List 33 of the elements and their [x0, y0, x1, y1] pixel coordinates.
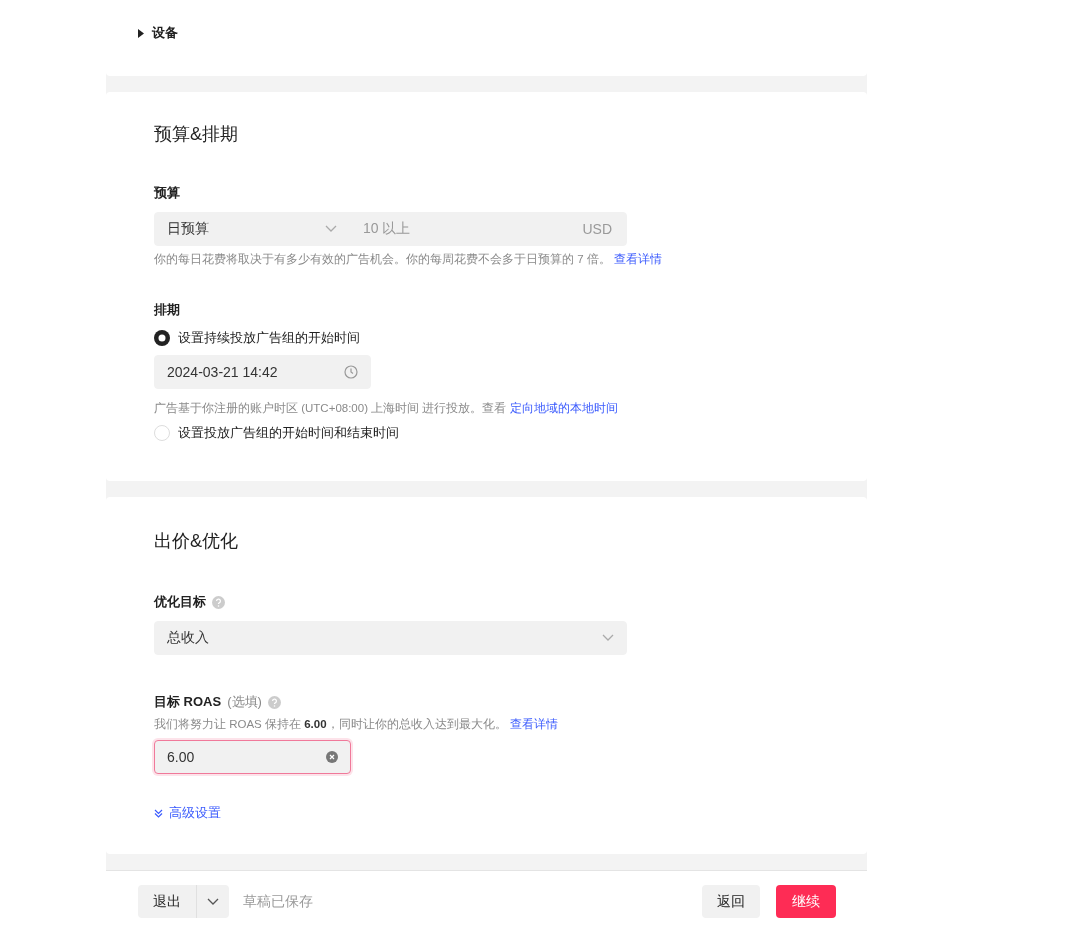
section-title: 预算&排期: [154, 123, 239, 146]
radio-button[interactable]: [154, 330, 170, 346]
double-chevron-icon: [154, 808, 163, 818]
save-status: 草稿已保存: [243, 892, 314, 911]
advanced-settings-toggle[interactable]: 高级设置: [154, 804, 221, 822]
continue-button[interactable]: 继续: [776, 885, 836, 918]
section-title: 出价&优化: [154, 530, 239, 553]
field-label: 排期: [154, 301, 181, 319]
help-icon: [212, 595, 225, 609]
optimization-goal-select[interactable]: 总收入: [154, 621, 627, 655]
radio-label: 设置持续投放广告组的开始时间: [178, 329, 360, 347]
caret-icon: [138, 28, 144, 38]
details-link[interactable]: 查看详情: [509, 718, 558, 730]
chevron-down-icon: [602, 634, 614, 642]
chevron-down-icon: [207, 897, 219, 906]
budget-hint: 你的每日花费将取决于有多少有效的广告机会。你的每周花费不会多于日预算的 7 倍。 查看详情: [154, 252, 663, 267]
help-icon: [267, 695, 281, 709]
field-label: 优化目标: [154, 593, 206, 611]
optional-label: (选填): [227, 693, 262, 711]
details-link[interactable]: 查看详情: [614, 253, 662, 265]
exit-button[interactable]: 退出: [138, 885, 196, 918]
radio-label: 设置投放广告组的开始时间和结束时间: [178, 424, 399, 442]
roas-hint: 我们将努力让 ROAS 保持在 6.00，同时让你的总收入达到最大化。 查看详情: [154, 717, 559, 732]
clock-icon: [344, 365, 358, 379]
local-time-link[interactable]: 定向地域的本地时间: [509, 402, 618, 414]
clear-icon[interactable]: [326, 751, 338, 763]
field-label: 预算: [154, 184, 181, 202]
field-label: 目标 ROAS: [154, 693, 222, 711]
radio-button[interactable]: [154, 425, 170, 441]
roas-input[interactable]: 6.00: [154, 740, 351, 774]
back-button[interactable]: 返回: [702, 885, 760, 918]
start-time-field[interactable]: 2024-03-21 14:42: [154, 355, 371, 389]
timezone-note: 广告基于你注册的账户时区 (UTC+08:00) 上海时间 进行投放。查看 定向地域的本地时间: [154, 401, 619, 416]
